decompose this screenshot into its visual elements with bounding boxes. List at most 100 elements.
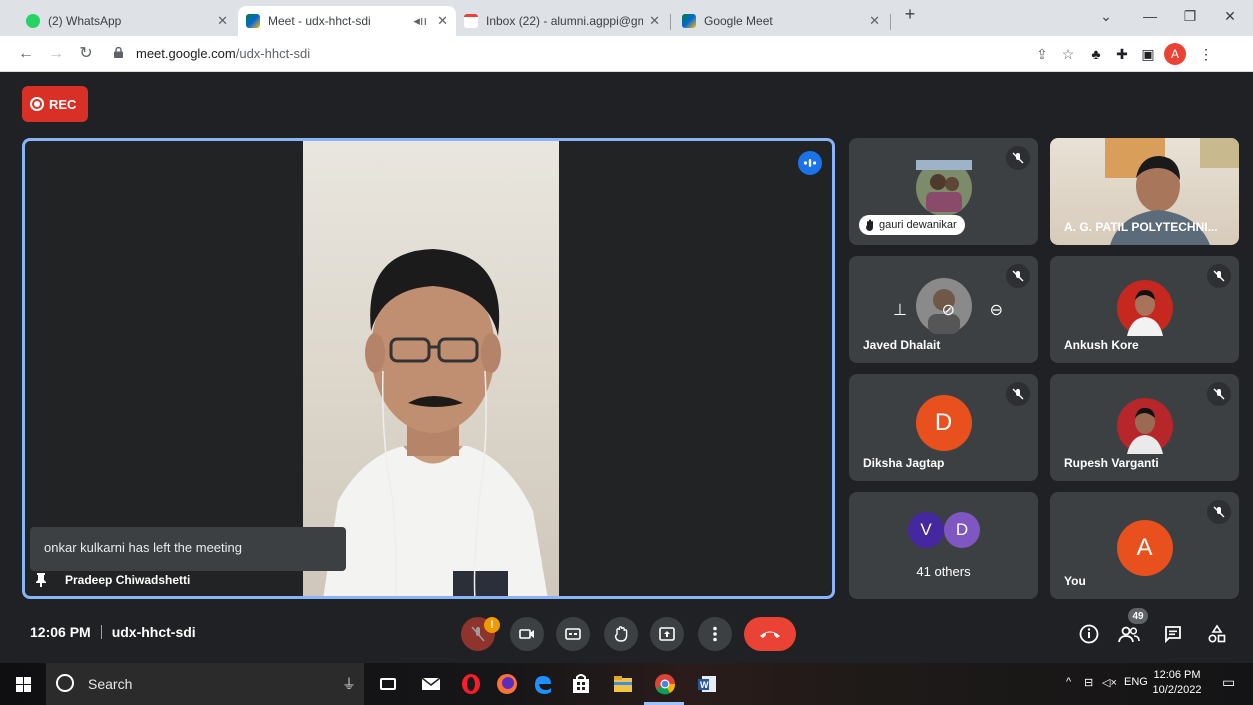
tab-google-meet[interactable]: Google Meet ✕ (674, 6, 888, 36)
browser-toolbar: ← → ↻ meet.google.com/udx-hhct-sdi ⇪ ☆ ♣… (0, 36, 1253, 72)
captions-button[interactable] (556, 617, 590, 651)
word-icon[interactable]: W (696, 673, 718, 695)
firefox-icon[interactable] (496, 673, 518, 695)
extension-icon[interactable]: ♣ (1086, 44, 1106, 64)
meeting-code: udx-hhct-sdi (111, 624, 196, 640)
participant-tile[interactable]: gauri dewanikar (849, 138, 1038, 245)
participant-avatar (916, 160, 972, 216)
restore-button[interactable]: ❐ (1176, 8, 1204, 25)
windows-start-icon[interactable] (16, 677, 31, 692)
clock-time: 12:06 PM (1153, 669, 1201, 681)
svg-text:W: W (700, 680, 709, 690)
volume-muted-icon[interactable]: ◁× (1102, 676, 1117, 689)
participant-tile[interactable]: Rupesh Varganti (1050, 374, 1239, 481)
minimize-button[interactable]: — (1136, 8, 1164, 24)
participant-name: Ankush Kore (1064, 338, 1139, 352)
task-view-icon[interactable] (380, 678, 396, 690)
others-avatar: V (908, 512, 944, 548)
windows-taskbar: Search ⏚ W ^ ⊟ ◁× ENG 12:06 PM 10/2/2022… (0, 663, 1253, 705)
participant-tile[interactable]: D Diksha Jagtap (849, 374, 1038, 481)
meeting-details-icon[interactable] (1076, 621, 1102, 647)
pin-icon[interactable] (35, 573, 47, 587)
remove-participant-icon[interactable]: ⊖ (990, 300, 1003, 320)
closed-captions-icon (565, 628, 581, 640)
participant-tile[interactable]: A. G. PATIL POLYTECHNI... (1050, 138, 1239, 245)
tab-divider (670, 14, 671, 30)
opera-icon[interactable] (460, 673, 482, 695)
participant-tile[interactable]: ⊥ ⊘ ⊖ Javed Dhalait (849, 256, 1038, 363)
participant-tile[interactable]: Ankush Kore (1050, 256, 1239, 363)
raised-hand-icon (866, 219, 873, 231)
participant-name: Rupesh Varganti (1064, 456, 1159, 470)
system-clock[interactable]: 12:06 PM 10/2/2022 (1147, 668, 1207, 698)
chrome-icon[interactable] (654, 673, 676, 695)
hang-up-icon (760, 631, 780, 638)
participant-name: gauri dewanikar (879, 219, 957, 231)
more-options-button[interactable] (698, 617, 732, 651)
muted-mic-icon (1006, 264, 1030, 288)
taskbar-search[interactable]: Search ⏚ (46, 663, 364, 705)
muted-mic-icon (1006, 146, 1030, 170)
tray-chevron-icon[interactable]: ^ (1066, 676, 1071, 688)
tab-title: (2) WhatsApp (48, 14, 122, 28)
camera-toggle-button[interactable] (510, 617, 544, 651)
extensions-puzzle-icon[interactable]: ✚ (1112, 44, 1132, 64)
pin-icon[interactable]: ⊥ (893, 300, 907, 320)
meet-icon (682, 14, 696, 28)
people-count-badge: 49 (1128, 608, 1148, 624)
mail-app-icon[interactable] (420, 673, 442, 695)
cortana-circle-icon (56, 674, 74, 692)
file-explorer-icon[interactable] (612, 673, 634, 695)
muted-mic-icon (1207, 500, 1231, 524)
whatsapp-icon (26, 14, 40, 28)
others-tile[interactable]: V D 41 others (849, 492, 1038, 599)
back-arrow-icon[interactable]: ← (16, 44, 36, 64)
leave-call-button[interactable] (744, 617, 796, 651)
input-language[interactable]: ENG (1124, 676, 1148, 688)
lock-icon (114, 47, 123, 58)
tab-audio-icon[interactable]: ◂ıı (413, 13, 427, 29)
tab-meet-active[interactable]: Meet - udx-hhct-sdi ◂ıı ✕ (238, 6, 456, 36)
tab-whatsapp[interactable]: (2) WhatsApp ✕ (18, 6, 236, 36)
new-tab-button[interactable]: + (896, 4, 924, 25)
current-time: 12:06 PM (30, 624, 91, 640)
side-panel-icon[interactable]: ▣ (1138, 44, 1158, 64)
hand-icon (614, 626, 628, 642)
chat-icon[interactable] (1160, 621, 1186, 647)
people-icon[interactable] (1116, 621, 1142, 647)
bookmark-star-icon[interactable]: ☆ (1058, 44, 1078, 64)
reload-icon[interactable]: ↻ (76, 44, 96, 64)
share-icon[interactable]: ⇪ (1032, 44, 1052, 64)
mute-participant-icon[interactable]: ⊘ (942, 300, 955, 320)
tab-title: Google Meet (704, 14, 773, 28)
url-text: meet.google.com/udx-hhct-sdi (136, 46, 310, 61)
forward-arrow-icon[interactable]: → (46, 44, 66, 64)
close-tab-icon[interactable]: ✕ (649, 13, 660, 29)
raise-hand-button[interactable] (604, 617, 638, 651)
microphone-icon[interactable]: ⏚ (342, 674, 356, 694)
store-icon[interactable] (570, 673, 592, 695)
tab-title: Inbox (22) - alumni.agppi@gmail (486, 14, 644, 28)
clock-date: 10/2/2022 (1152, 684, 1202, 696)
close-tab-icon[interactable]: ✕ (217, 13, 228, 29)
participant-name: A. G. PATIL POLYTECHNI... (1064, 220, 1218, 234)
notification-center-icon[interactable]: ▭ (1222, 674, 1235, 691)
others-count: 41 others (916, 564, 971, 579)
edge-legacy-icon[interactable] (532, 673, 554, 695)
rec-label: REC (49, 96, 77, 112)
network-icon[interactable]: ⊟ (1084, 676, 1093, 689)
recording-indicator[interactable]: REC (22, 86, 88, 122)
main-speaker-tile[interactable]: onkar kulkarni has left the meeting Prad… (22, 138, 835, 599)
activities-icon[interactable] (1204, 621, 1230, 647)
profile-avatar[interactable]: A (1164, 43, 1186, 65)
browser-menu-icon[interactable]: ⋮ (1196, 44, 1216, 64)
tab-gmail[interactable]: Inbox (22) - alumni.agppi@gmail ✕ (456, 6, 668, 36)
gmail-icon (464, 14, 478, 28)
close-window-button[interactable]: ✕ (1216, 8, 1244, 25)
self-tile[interactable]: A You (1050, 492, 1239, 599)
close-tab-icon[interactable]: ✕ (437, 13, 448, 29)
present-screen-button[interactable] (650, 617, 684, 651)
url-path: /udx-hhct-sdi (235, 46, 311, 61)
close-tab-icon[interactable]: ✕ (869, 13, 880, 29)
tab-search-chevron-icon[interactable]: ⌄ (1092, 8, 1120, 25)
